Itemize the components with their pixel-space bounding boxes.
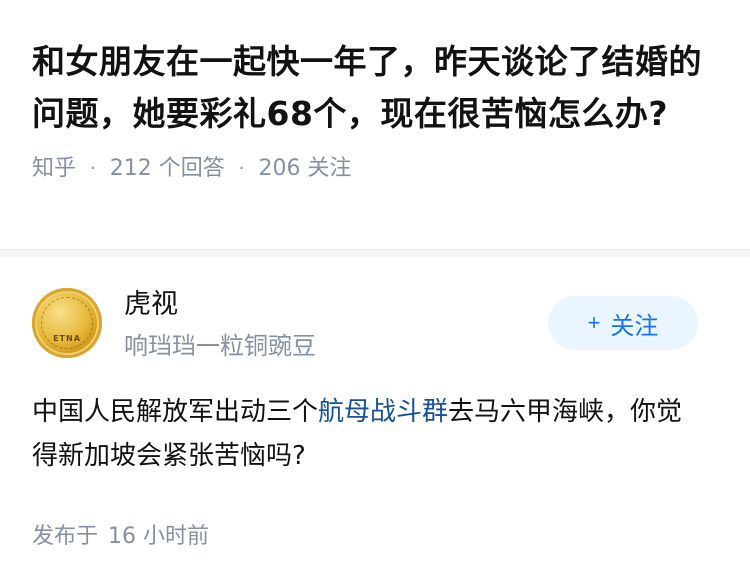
answer-text-start: 中国人民解放军出动三个 xyxy=(32,397,319,427)
followers-count[interactable]: 206 关注 xyxy=(258,154,351,184)
published-time: 发布于 16 小时前 xyxy=(32,522,209,552)
author-card: ETNA 虎视 响珰珰一粒铜豌豆 + 关注 xyxy=(32,288,722,360)
author-bio: 响珰珰一粒铜豌豆 xyxy=(124,332,316,360)
plus-icon: + xyxy=(587,310,601,335)
author-name[interactable]: 虎视 xyxy=(124,288,178,322)
question-meta: 知乎 · 212 个回答 · 206 关注 xyxy=(32,154,722,184)
avatar-text: ETNA xyxy=(53,334,81,343)
published-time-value: 16 小时前 xyxy=(108,524,210,549)
follow-button[interactable]: + 关注 xyxy=(548,296,698,350)
question-title[interactable]: 和女朋友在一起快一年了，昨天谈论了结婚的问题，她要彩礼68个，现在很苦恼怎么办? xyxy=(32,36,722,140)
question-header: 和女朋友在一起快一年了，昨天谈论了结婚的问题，她要彩礼68个，现在很苦恼怎么办?… xyxy=(32,36,722,184)
source-label[interactable]: 知乎 xyxy=(32,154,76,184)
section-divider xyxy=(0,249,750,257)
published-label: 发布于 xyxy=(32,524,99,549)
answer-link[interactable]: 航母战斗群 xyxy=(318,397,448,427)
follow-label: 关注 xyxy=(610,312,659,340)
avatar[interactable]: ETNA xyxy=(32,288,102,358)
answer-content: 中国人民解放军出动三个航母战斗群去马六甲海峡，你觉得新加坡会紧张苦恼吗? xyxy=(32,390,692,478)
meta-separator: · xyxy=(90,158,96,179)
meta-separator: · xyxy=(238,158,245,179)
answers-count[interactable]: 212 个回答 xyxy=(110,154,225,184)
